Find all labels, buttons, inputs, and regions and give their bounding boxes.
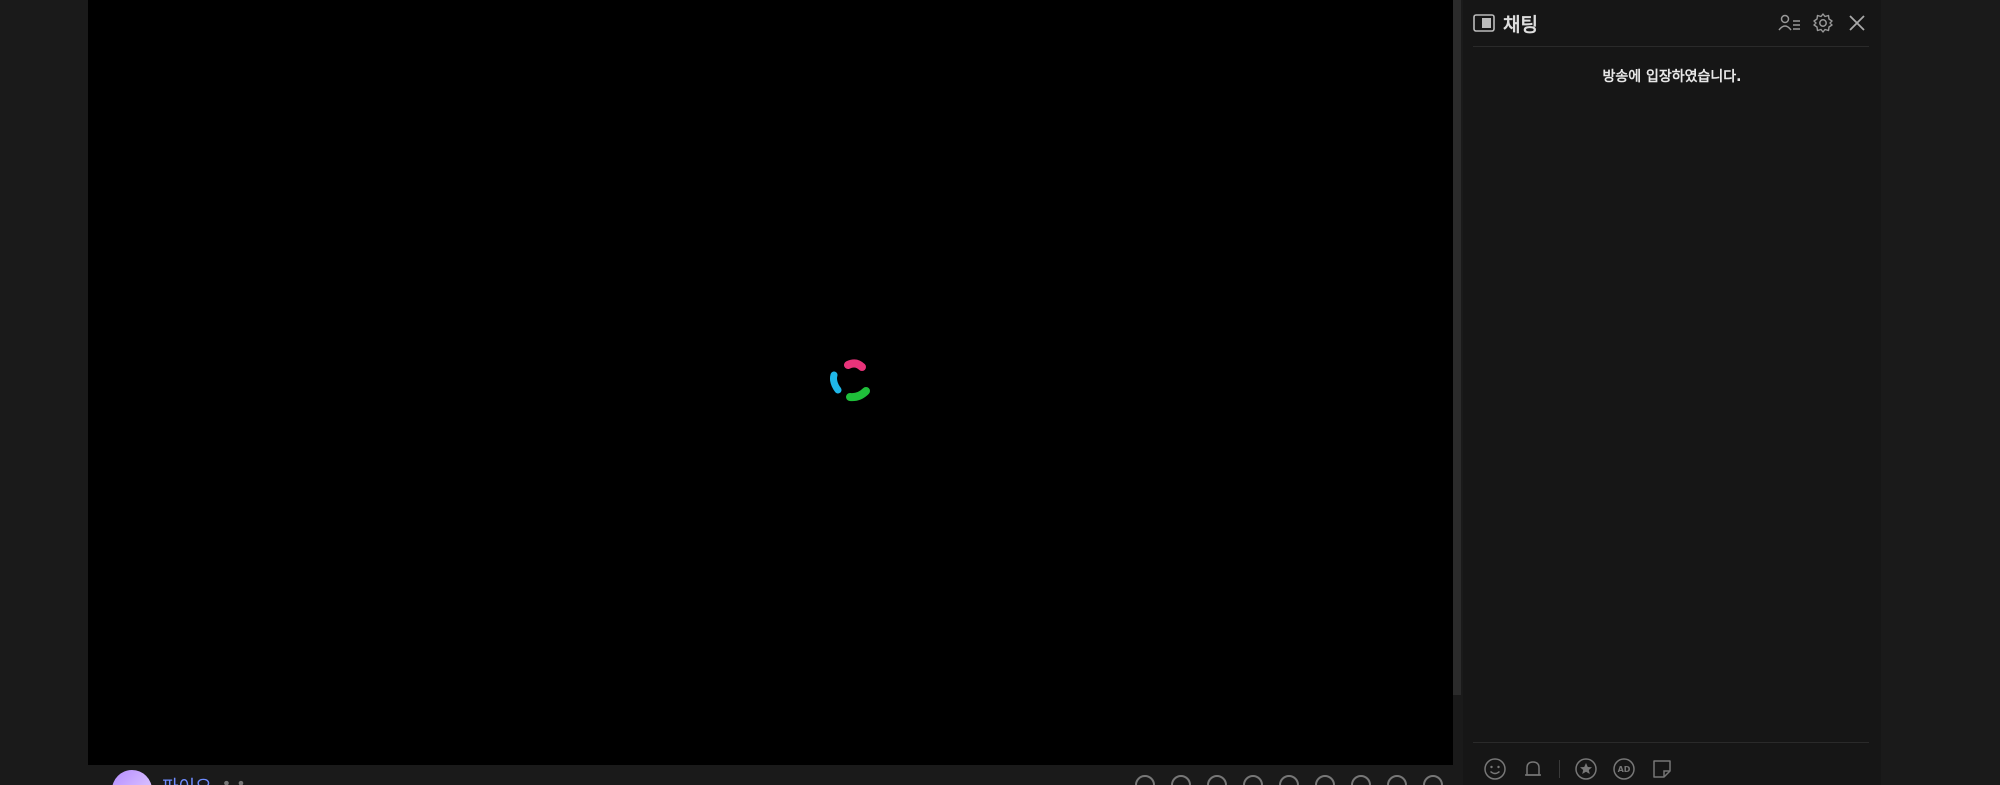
- streamer-name[interactable]: 파이오: [162, 773, 212, 785]
- page: 파이오 • • 채팅: [0, 0, 2000, 785]
- chat-message-list[interactable]: 방송에 입장하였습니다.: [1463, 47, 1881, 742]
- star-icon[interactable]: [1574, 757, 1598, 781]
- streamer-avatar[interactable]: [112, 770, 152, 785]
- sticker-icon[interactable]: [1650, 757, 1674, 781]
- tool-icon[interactable]: [1351, 775, 1371, 785]
- tool-icon[interactable]: [1315, 775, 1335, 785]
- tool-icon[interactable]: [1135, 775, 1155, 785]
- chat-settings-button[interactable]: [1811, 11, 1835, 35]
- tool-icon[interactable]: [1207, 775, 1227, 785]
- emoji-icon[interactable]: [1483, 757, 1507, 781]
- chat-header: 채팅: [1473, 0, 1869, 47]
- ad-icon[interactable]: AD: [1612, 757, 1636, 781]
- chat-title: 채팅: [1503, 13, 1538, 36]
- chat-footer: AD: [1473, 742, 1869, 785]
- tool-icon[interactable]: [1279, 775, 1299, 785]
- system-message: 방송에 입장하였습니다.: [1602, 69, 1742, 85]
- chat-close-button[interactable]: [1845, 11, 1869, 35]
- chat-header-actions: [1777, 11, 1869, 35]
- tool-icon[interactable]: [1171, 775, 1191, 785]
- tools-divider: [1559, 760, 1560, 778]
- close-icon: [1849, 15, 1865, 31]
- user-list-icon: [1778, 14, 1800, 31]
- video-player[interactable]: [88, 0, 1453, 765]
- bell-icon[interactable]: [1521, 757, 1545, 781]
- chat-panel: 채팅 방송에 입장하였습니다. AD: [1463, 0, 1881, 785]
- page-margin-right: [1881, 0, 2000, 785]
- tool-icon[interactable]: [1423, 775, 1443, 785]
- svg-text:AD: AD: [1618, 765, 1631, 774]
- spinner-green-segment: [846, 387, 870, 402]
- chat-tools: AD: [1483, 757, 1674, 781]
- gear-icon: [1813, 13, 1833, 33]
- player-scrollbar[interactable]: [1453, 0, 1461, 695]
- tool-icon[interactable]: [1387, 775, 1407, 785]
- panel-toggle-icon[interactable]: [1473, 14, 1495, 32]
- broadcast-tools: [1135, 775, 1443, 785]
- streamer-extra: • •: [221, 774, 246, 785]
- spinner-pink-segment: [844, 359, 866, 371]
- broadcast-info-bar: 파이오 • •: [88, 765, 1453, 785]
- user-list-button[interactable]: [1777, 11, 1801, 35]
- streamer-info[interactable]: 파이오 • •: [112, 765, 246, 785]
- spinner-blue-segment: [830, 371, 842, 394]
- tool-icon[interactable]: [1243, 775, 1263, 785]
- loading-spinner: [830, 359, 870, 402]
